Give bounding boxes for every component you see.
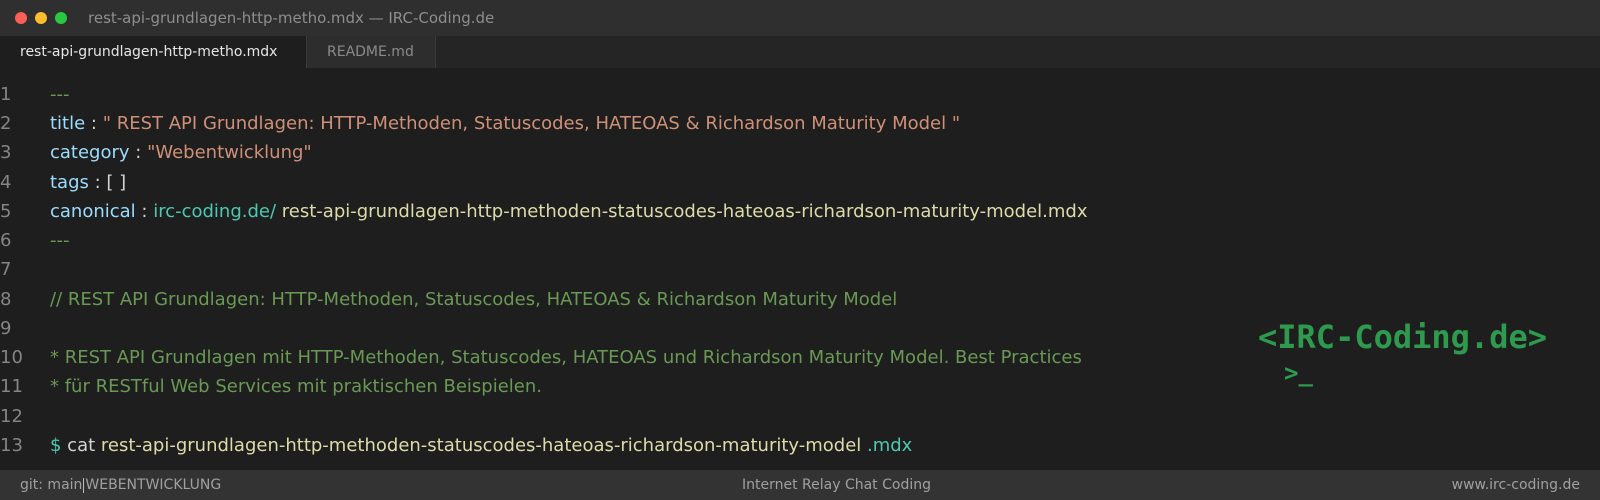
- code-editor[interactable]: 1 --- 2 title : " REST API Grundlagen: H…: [0, 80, 1600, 470]
- code-comment: // REST API Grundlagen: HTTP-Methoden, S…: [50, 289, 898, 310]
- line-number: 10: [0, 347, 23, 368]
- code-line: 2 title : " REST API Grundlagen: HTTP-Me…: [0, 109, 1200, 139]
- shell-prompt: $: [50, 435, 62, 456]
- code-line: 7: [0, 255, 1200, 285]
- line-number: 3: [0, 142, 12, 163]
- tab-bar: rest-api-grundlagen-http-metho.mdx READM…: [0, 36, 1600, 68]
- shell-command: cat: [61, 435, 96, 456]
- frontmatter-key: canonical: [50, 201, 136, 222]
- frontmatter-separator: :: [88, 172, 107, 193]
- code-text: category : "Webentwicklung": [50, 138, 312, 168]
- shell-filename: rest-api-grundlagen-http-methoden-status…: [95, 435, 862, 456]
- code-line: 12: [0, 402, 1200, 432]
- code-line: 3 category : "Webentwicklung": [0, 138, 1200, 168]
- maximize-window-button[interactable]: [55, 12, 67, 24]
- frontmatter-value: [ ]: [106, 172, 127, 193]
- line-number: 5: [0, 201, 12, 222]
- window-titlebar: rest-api-grundlagen-http-metho.mdx — IRC…: [0, 0, 1600, 36]
- irc-coding-logo: <IRC-Coding.de>: [1258, 318, 1547, 356]
- code-line: 5 canonical : irc-coding.de/ rest-api-gr…: [0, 197, 1200, 227]
- code-line: 13 $ cat rest-api-grundlagen-http-method…: [0, 431, 1200, 461]
- frontmatter-key: category: [50, 142, 130, 163]
- code-line: 1 ---: [0, 80, 1200, 110]
- line-number: 8: [0, 289, 12, 310]
- minimize-window-button[interactable]: [35, 12, 47, 24]
- canonical-path: rest-api-grundlagen-http-methoden-status…: [276, 201, 1088, 222]
- terminal-prompt-icon: >_: [1284, 359, 1313, 387]
- status-bar: git: main WEBENTWICKLUNG Internet Relay C…: [0, 470, 1600, 500]
- status-website-link[interactable]: www.irc-coding.de: [1452, 477, 1580, 493]
- category-status: WEBENTWICKLUNG: [85, 477, 222, 493]
- tab-rest-api-mdx[interactable]: rest-api-grundlagen-http-metho.mdx: [0, 36, 306, 68]
- line-number: 4: [0, 172, 12, 193]
- code-line: 11 * für RESTful Web Services mit prakti…: [0, 372, 1200, 402]
- line-number: 6: [0, 230, 12, 251]
- code-text: tags : [ ]: [50, 168, 126, 198]
- code-comment: * REST API Grundlagen mit HTTP-Methoden,…: [50, 347, 1082, 368]
- code-line: 9: [0, 314, 1200, 344]
- code-text: canonical : irc-coding.de/ rest-api-grun…: [50, 197, 1088, 227]
- line-number: 1: [0, 84, 12, 105]
- frontmatter-value: " REST API Grundlagen: HTTP-Methoden, St…: [102, 113, 961, 134]
- code-line: 4 tags : [ ]: [0, 168, 1200, 198]
- frontmatter-separator: :: [85, 113, 103, 134]
- git-branch-status[interactable]: git: main: [20, 477, 82, 493]
- status-left: git: main WEBENTWICKLUNG: [20, 477, 221, 493]
- frontmatter-separator: :: [135, 201, 154, 222]
- tab-readme[interactable]: README.md: [306, 36, 436, 68]
- line-number: 12: [0, 406, 23, 427]
- frontmatter-key: tags: [50, 172, 89, 193]
- shell-file-extension: .mdx: [861, 435, 913, 456]
- line-number: 2: [0, 113, 12, 134]
- line-number: 11: [0, 376, 23, 397]
- status-center: Internet Relay Chat Coding: [742, 477, 931, 493]
- frontmatter-key: title: [50, 113, 86, 134]
- line-number: 13: [0, 435, 23, 456]
- code-line: 8 // REST API Grundlagen: HTTP-Methoden,…: [0, 285, 1200, 315]
- code-comment: * für RESTful Web Services mit praktisch…: [50, 376, 542, 397]
- line-number: 9: [0, 318, 12, 339]
- code-text: $ cat rest-api-grundlagen-http-methoden-…: [50, 431, 912, 461]
- close-window-button[interactable]: [15, 12, 27, 24]
- line-number: 7: [0, 259, 12, 280]
- canonical-host-link[interactable]: irc-coding.de/: [153, 201, 276, 222]
- code-text: title : " REST API Grundlagen: HTTP-Meth…: [50, 109, 960, 139]
- code-line: 10 * REST API Grundlagen mit HTTP-Method…: [0, 343, 1200, 373]
- window-title: rest-api-grundlagen-http-metho.mdx — IRC…: [88, 9, 495, 27]
- frontmatter-delimiter: ---: [50, 230, 70, 251]
- frontmatter-delimiter: ---: [50, 84, 70, 105]
- code-line: 6 ---: [0, 226, 1200, 256]
- frontmatter-value: "Webentwicklung": [147, 142, 312, 163]
- frontmatter-separator: :: [129, 142, 148, 163]
